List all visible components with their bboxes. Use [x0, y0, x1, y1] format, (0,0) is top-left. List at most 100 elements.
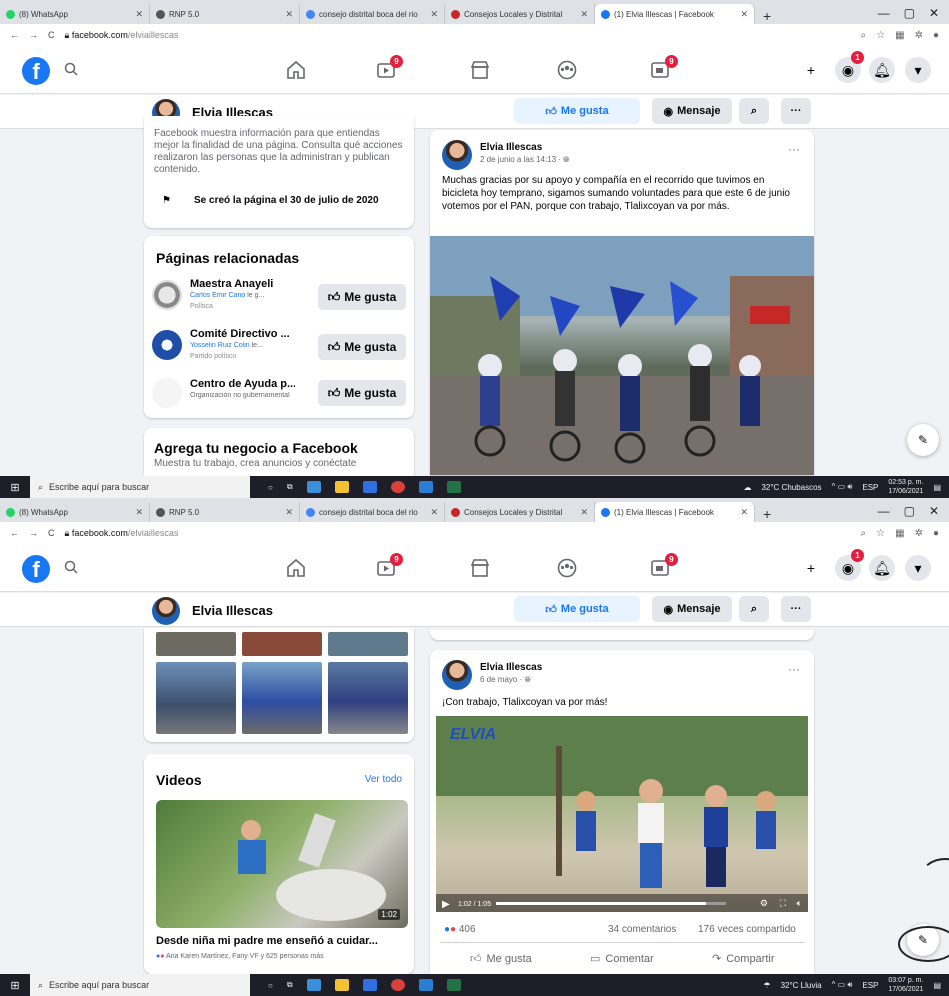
close-tab-icon[interactable]: ✕ [135, 9, 143, 20]
weather-text[interactable]: 32°C Chubascos [761, 483, 821, 492]
clock[interactable]: 03:07 p. m. 17/06/2021 [888, 976, 923, 994]
like-related-button[interactable]: 👍︎ Me gusta [318, 284, 406, 310]
more-options-button[interactable]: ··· [781, 596, 811, 622]
comments-count[interactable]: 34 comentarios [608, 924, 676, 935]
task-view-icon[interactable]: ⧉ [287, 482, 293, 492]
facebook-logo-icon[interactable]: f [22, 555, 50, 583]
extension-icon[interactable]: ▦ [895, 30, 904, 41]
post-photo[interactable] [430, 236, 814, 475]
close-tab-icon[interactable]: ✕ [580, 9, 588, 20]
chrome-icon[interactable] [390, 979, 405, 991]
star-icon[interactable]: ☆ [876, 528, 885, 539]
store-icon[interactable] [418, 979, 433, 991]
related-page-name[interactable]: Centro de Ayuda p... [190, 378, 295, 390]
post-author[interactable]: Elvia Illescas [480, 142, 542, 153]
forward-icon[interactable]: → [29, 30, 38, 40]
url-field[interactable]: 🔒︎ facebook.com/elviaillescas [65, 528, 851, 539]
photo-thumbnail[interactable] [156, 632, 236, 656]
close-tab-icon[interactable]: ✕ [740, 507, 748, 518]
video-thumbnail[interactable]: 1:02 [156, 800, 408, 928]
post-like-button[interactable]: 👍︎ Me gusta [470, 952, 532, 966]
message-button[interactable]: ◉ Mensaje [652, 98, 732, 124]
task-view-icon[interactable]: ⧉ [287, 980, 293, 990]
facebook-logo-icon[interactable]: f [22, 57, 50, 85]
photo-thumbnail[interactable] [242, 632, 322, 656]
taskbar-search[interactable]: ⌕ Escribe aquí para buscar [30, 974, 250, 996]
page-title[interactable]: Elvia Illescas [192, 603, 273, 618]
profile-icon[interactable]: ● [933, 528, 939, 539]
maximize-icon[interactable]: ▢ [904, 504, 915, 518]
cortana-icon[interactable]: ○ [268, 483, 273, 492]
avatar[interactable] [152, 280, 182, 310]
fullscreen-icon[interactable]: ⛶ [780, 898, 786, 909]
extension-icon[interactable]: ▦ [895, 528, 904, 539]
more-options-button[interactable]: ··· [781, 98, 811, 124]
marketplace-icon[interactable] [469, 557, 491, 579]
video-caption[interactable]: Desde niña mi padre me enseñó a cuidar..… [156, 935, 411, 947]
back-icon[interactable]: ← [10, 30, 19, 40]
post-comment-button[interactable]: ▭ Comentar [590, 952, 654, 966]
zoom-icon[interactable]: ⌕ [861, 528, 867, 539]
back-icon[interactable]: ← [10, 528, 19, 538]
avatar[interactable] [152, 597, 180, 625]
search-icon[interactable] [64, 62, 78, 76]
close-tab-icon[interactable]: ✕ [580, 507, 588, 518]
excel-icon[interactable] [446, 979, 461, 991]
close-window-icon[interactable]: ✕ [929, 6, 939, 20]
message-button[interactable]: ◉ Mensaje [652, 596, 732, 622]
groups-icon[interactable] [556, 557, 578, 579]
tab-google[interactable]: consejo distrital boca del rio ✕ [300, 502, 445, 522]
tab-consejos[interactable]: Consejos Locales y Distrital ✕ [445, 502, 595, 522]
excel-icon[interactable] [446, 481, 461, 493]
like-page-button[interactable]: 👍︎ Me gusta [514, 596, 640, 622]
create-icon[interactable]: + [798, 57, 824, 83]
tab-whatsapp[interactable]: (8) WhatsApp ✕ [0, 502, 150, 522]
cortana-icon[interactable]: ○ [268, 981, 273, 990]
tab-consejos[interactable]: Consejos Locales y Distrital ✕ [445, 4, 595, 24]
photo-thumbnail[interactable] [328, 662, 408, 734]
close-tab-icon[interactable]: ✕ [430, 9, 438, 20]
language-indicator[interactable]: ESP [862, 483, 878, 492]
new-tab-button[interactable]: + [755, 8, 779, 24]
avatar[interactable] [442, 140, 472, 170]
like-related-button[interactable]: 👍︎ Me gusta [318, 380, 406, 406]
tray-icons[interactable]: ^ ▭ 🔊︎ [832, 482, 853, 492]
home-icon[interactable] [285, 557, 307, 579]
notification-center-icon[interactable]: ▤ [933, 483, 941, 492]
page-search-button[interactable]: ⌕ [739, 98, 769, 124]
search-icon[interactable] [64, 560, 78, 574]
photo-thumbnail[interactable] [242, 662, 322, 734]
post-more-icon[interactable]: ··· [788, 662, 800, 676]
post-more-icon[interactable]: ··· [788, 142, 800, 156]
minimize-icon[interactable]: — [878, 6, 890, 20]
page-search-button[interactable]: ⌕ [739, 596, 769, 622]
groups-icon[interactable] [556, 59, 578, 81]
related-page-name[interactable]: Maestra Anayeli [190, 278, 295, 290]
post-share-button[interactable]: ↷ Compartir [712, 952, 775, 966]
maximize-icon[interactable]: ▢ [904, 6, 915, 20]
shares-count[interactable]: 176 veces compartido [698, 924, 796, 935]
account-menu-icon[interactable]: ▾ [905, 57, 931, 83]
profile-icon[interactable]: ● [933, 30, 939, 41]
marketplace-icon[interactable] [469, 59, 491, 81]
tab-whatsapp[interactable]: (8) WhatsApp ✕ [0, 4, 150, 24]
close-tab-icon[interactable]: ✕ [430, 507, 438, 518]
account-menu-icon[interactable]: ▾ [905, 555, 931, 581]
store-icon[interactable] [418, 481, 433, 493]
tab-facebook[interactable]: (1) Elvia Illescas | Facebook ✕ [595, 502, 755, 522]
star-icon[interactable]: ☆ [876, 30, 885, 41]
create-icon[interactable]: + [798, 555, 824, 581]
compose-icon[interactable]: ✎ [907, 424, 939, 456]
zoom-icon[interactable]: ⌕ [861, 30, 867, 41]
word-icon[interactable] [362, 979, 377, 991]
chrome-icon[interactable] [390, 481, 405, 493]
file-explorer-icon[interactable] [306, 979, 321, 991]
folder-icon[interactable] [334, 481, 349, 493]
close-tab-icon[interactable]: ✕ [135, 507, 143, 518]
tab-facebook[interactable]: (1) Elvia Illescas | Facebook ✕ [595, 4, 755, 24]
volume-icon[interactable]: 🔈︎ [797, 898, 802, 909]
see-all-videos-link[interactable]: Ver todo [365, 774, 402, 785]
avatar[interactable] [152, 378, 182, 408]
folder-icon[interactable] [334, 979, 349, 991]
puzzle-icon[interactable]: ✲ [915, 528, 923, 539]
